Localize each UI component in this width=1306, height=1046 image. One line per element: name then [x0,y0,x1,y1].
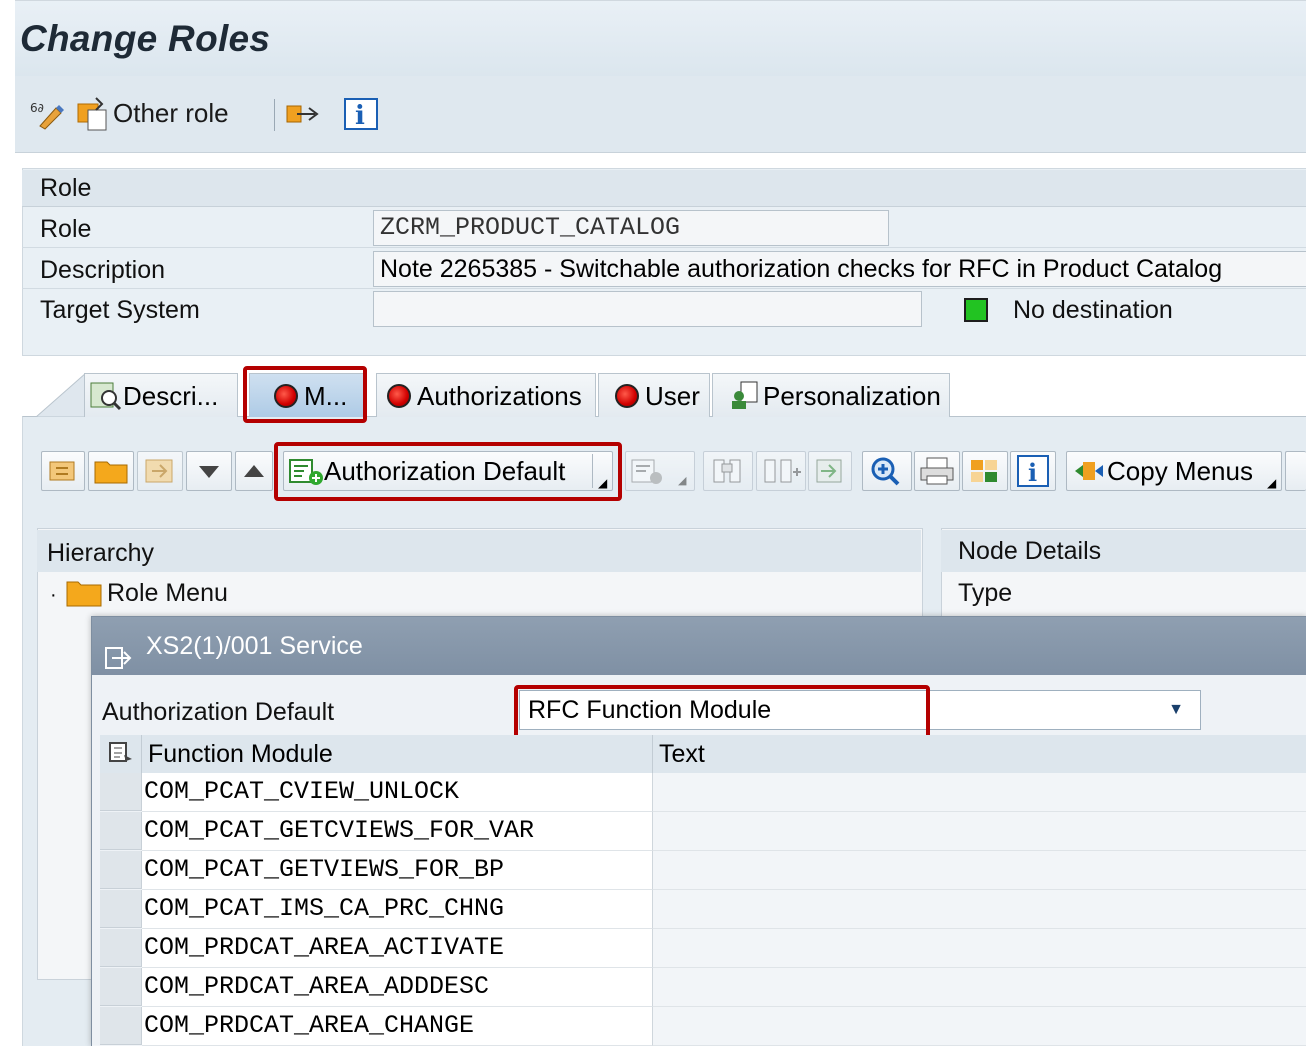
type-label: Type [958,579,1013,607]
row-selector[interactable] [100,773,142,811]
row-selector[interactable] [100,851,142,889]
description-label: Description [40,256,166,284]
info-icon[interactable]: i [344,98,378,131]
row-selector[interactable] [100,968,142,1006]
table-row[interactable]: COM_PCAT_GETVIEWS_FOR_BP [100,851,1306,890]
status-red-icon [387,384,411,408]
move-up-button[interactable] [235,451,273,491]
dropdown-arrow-icon: ◢ [1267,476,1277,490]
text-cell [653,890,1306,929]
print-icon[interactable] [914,451,960,491]
svg-text:i: i [355,101,365,130]
find-next-icon[interactable] [756,451,806,491]
display-change-icon[interactable]: 6∂ [30,98,66,130]
table-row[interactable]: COM_PRDCAT_AREA_CHANGE [100,1007,1306,1046]
role-label: Role [40,215,92,243]
column-header-text[interactable]: Text [653,735,1306,773]
toolbar-separator [274,99,275,131]
tab-description[interactable]: Descri... [84,373,238,417]
function-module-cell: COM_PRDCAT_AREA_CHANGE [142,1007,653,1046]
goto-icon[interactable] [285,96,325,134]
text-cell [653,968,1306,1007]
row-divider [22,247,1306,248]
destination-status: No destination [1013,296,1173,324]
page-title: Change Roles [20,18,271,59]
hierarchy-header [37,530,921,572]
text-cell [653,929,1306,968]
tab-personalization[interactable]: Personalization [712,373,950,417]
svg-text:6∂: 6∂ [30,101,44,115]
move-down-button[interactable] [186,451,232,491]
tree-bullet: · [50,584,57,606]
function-module-cell: COM_PCAT_GETVIEWS_FOR_BP [142,851,653,890]
row-selector[interactable] [100,1007,142,1045]
other-role-icon[interactable] [76,96,116,134]
function-module-cell: COM_PRDCAT_AREA_ADDDESC [142,968,653,1007]
row-selector[interactable] [100,890,142,928]
tab-authorizations[interactable]: Authorizations [376,373,596,417]
role-field[interactable]: ZCRM_PRODUCT_CATALOG [373,210,889,246]
dialog-title-bar[interactable]: XS2(1)/001 Service [92,617,1306,675]
row-divider [22,288,1306,289]
hierarchy-title: Hierarchy [47,539,154,567]
move-icon[interactable] [41,451,85,491]
tree-item-role-menu[interactable]: Role Menu [107,579,228,608]
row-selector[interactable] [100,929,142,967]
description-tab-icon [89,380,123,424]
description-field[interactable]: Note 2265385 - Switchable authorization … [373,251,1306,287]
tab-label: Authorizations [417,381,582,411]
dialog-title: XS2(1)/001 Service [146,632,363,660]
function-module-cell: COM_PCAT_CVIEW_UNLOCK [142,773,653,812]
folder-icon[interactable] [88,451,134,491]
status-red-icon [615,384,639,408]
copy-menus-label: Copy Menus [1107,456,1253,486]
layout-icon[interactable] [962,451,1008,491]
target-system-field[interactable] [373,291,922,327]
function-module-cell: COM_PCAT_IMS_CA_PRC_CHNG [142,890,653,929]
text-cell [653,851,1306,890]
other-role-button[interactable]: Other role [113,98,229,129]
table-row[interactable]: COM_PCAT_IMS_CA_PRC_CHNG [100,890,1306,929]
target-system-label: Target System [40,296,200,324]
column-header-function-module[interactable]: Function Module [142,735,653,773]
select-all-icon[interactable] [100,735,142,773]
info-icon[interactable]: i [1010,451,1056,491]
highlight-box [514,685,930,739]
node-details-title: Node Details [958,537,1102,565]
function-module-cell: COM_PCAT_GETCVIEWS_FOR_VAR [142,812,653,851]
highlight-box [243,366,367,423]
folder-icon [66,578,102,608]
highlight-box [274,442,622,501]
copy-menus-icon [1071,456,1107,491]
authorization-default-label: Authorization Default [102,698,335,726]
personalization-icon [729,379,759,423]
row-selector[interactable] [100,812,142,850]
function-module-cell: COM_PRDCAT_AREA_ACTIVATE [142,929,653,968]
role-section-title: Role [40,174,92,202]
remove-authorization-button[interactable]: ◢ [625,451,695,491]
text-cell [653,773,1306,812]
tab-user[interactable]: User [598,373,710,417]
tab-label: Personalization [763,381,941,411]
copy-menus-button[interactable]: Copy Menus ◢ [1066,451,1282,491]
text-cell [653,812,1306,851]
transaction-icon[interactable] [137,451,183,491]
svg-text:i: i [1028,458,1037,487]
table-row[interactable]: COM_PCAT_GETCVIEWS_FOR_VAR [100,812,1306,851]
import-icon[interactable] [808,451,852,491]
status-indicator-icon [964,298,988,322]
tab-label: Descri... [123,381,219,411]
role-section-header [22,170,1306,207]
tab-label: User [645,381,700,411]
svg-text:◢: ◢ [678,475,687,487]
dropdown-arrow-icon[interactable]: ▼ [1168,691,1184,729]
table-row[interactable]: COM_PRDCAT_AREA_ADDDESC [100,968,1306,1007]
tab-strip-edge [34,371,87,418]
table-row[interactable]: COM_PCAT_CVIEW_UNLOCK [100,773,1306,812]
table-row[interactable]: COM_PRDCAT_AREA_ACTIVATE [100,929,1306,968]
find-icon[interactable] [703,451,753,491]
text-cell [653,1007,1306,1046]
more-icon[interactable] [1285,451,1306,491]
expand-icon[interactable] [862,451,912,491]
